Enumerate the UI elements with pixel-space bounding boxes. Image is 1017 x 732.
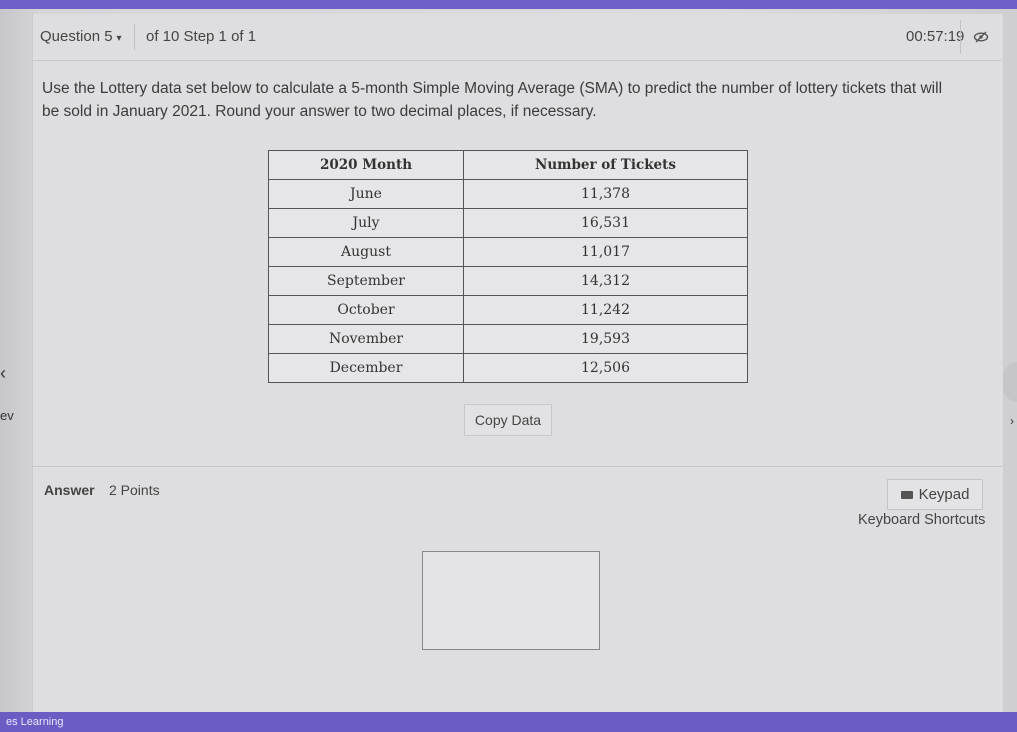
table-row: September 14,312	[268, 266, 748, 296]
keyboard-icon	[900, 490, 913, 499]
tickets-cell: 19,593	[463, 324, 748, 354]
table-row: July 16,531	[268, 208, 748, 238]
hide-timer-button[interactable]	[960, 20, 1001, 54]
footer-brand-text: es Learning	[6, 716, 64, 728]
table-header-row: 2020 Month Number of Tickets	[268, 150, 748, 180]
keyboard-shortcuts-link[interactable]: Keyboard Shortcuts	[858, 512, 985, 528]
month-cell: November	[268, 324, 464, 354]
chevron-down-icon: ▾	[116, 33, 122, 44]
tickets-cell: 16,531	[463, 208, 748, 238]
month-cell: September	[268, 266, 464, 296]
question-selector-label: Question 5	[40, 28, 113, 45]
next-button[interactable]	[1003, 362, 1017, 402]
chevron-left-icon[interactable]: ‹	[0, 363, 6, 384]
prev-button-label[interactable]: ev	[0, 408, 14, 423]
top-accent-bar	[0, 0, 1017, 9]
column-header: 2020 Month	[268, 150, 464, 180]
month-cell: July	[268, 208, 464, 238]
keypad-button[interactable]: Keypad	[887, 479, 983, 510]
table-row: August 11,017	[268, 237, 748, 267]
table-row: October 11,242	[268, 295, 748, 325]
copy-data-button[interactable]: Copy Data	[464, 404, 552, 436]
tickets-cell: 11,378	[463, 179, 748, 209]
month-cell: August	[268, 237, 464, 267]
tickets-cell: 11,242	[463, 295, 748, 325]
month-cell: December	[268, 353, 464, 383]
tickets-cell: 14,312	[463, 266, 748, 296]
points-label: 2 Points	[109, 482, 160, 498]
tickets-cell: 12,506	[463, 353, 748, 383]
month-cell: June	[268, 179, 464, 209]
table-row: December 12,506	[268, 353, 748, 383]
question-header: Question 5 ▾ of 10 Step 1 of 1 00:57:19	[32, 14, 1002, 61]
answer-label: Answer	[44, 482, 95, 498]
lottery-data-table: 2020 Month Number of Tickets June 11,378…	[268, 150, 748, 383]
question-selector[interactable]: Question 5 ▾	[40, 24, 135, 50]
footer-bar	[0, 712, 1017, 732]
eye-off-icon	[973, 31, 989, 43]
question-text: Use the Lottery data set below to calcul…	[42, 80, 943, 120]
answer-divider	[32, 466, 1002, 467]
table-row: June 11,378	[268, 179, 748, 209]
column-header: Number of Tickets	[463, 150, 748, 180]
table-row: November 19,593	[268, 324, 748, 354]
chevron-right-icon[interactable]: ›	[1010, 414, 1014, 428]
month-cell: October	[268, 295, 464, 325]
tickets-cell: 11,017	[463, 237, 748, 267]
answer-input[interactable]	[422, 551, 600, 650]
keypad-button-label: Keypad	[918, 486, 970, 503]
step-indicator: of 10 Step 1 of 1	[146, 28, 257, 45]
